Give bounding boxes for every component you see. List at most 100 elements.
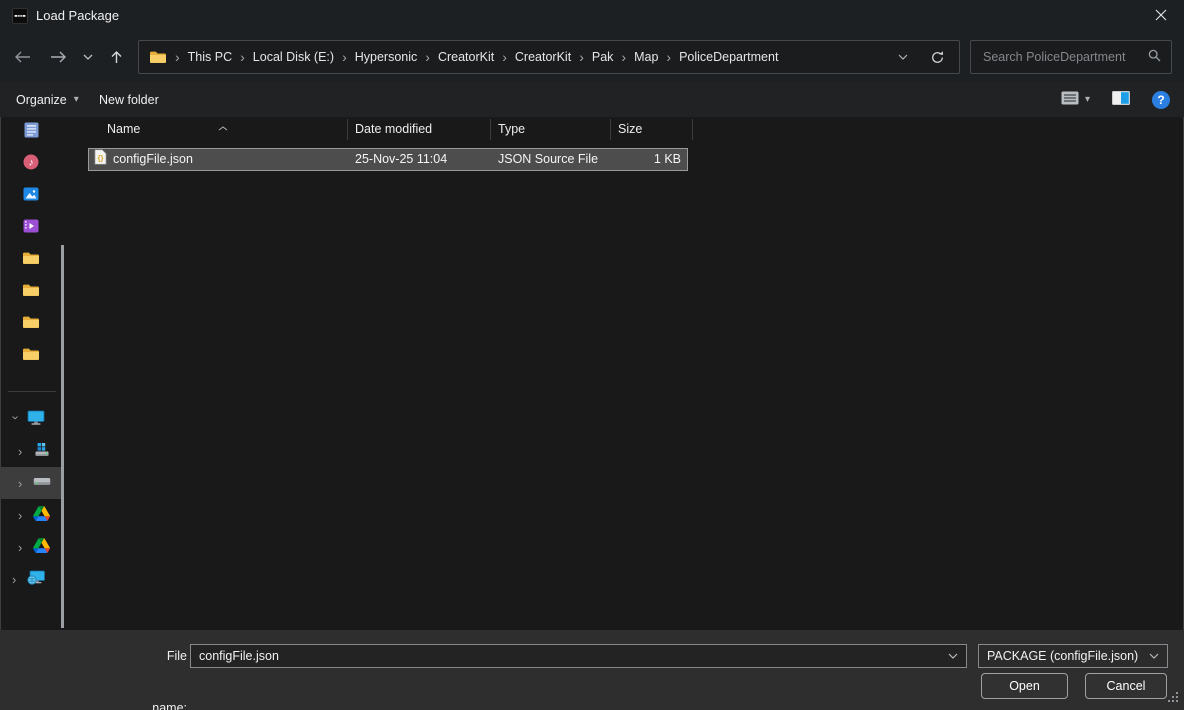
sidebar-item-this-pc[interactable]: › [0, 403, 62, 435]
sidebar-item-folder-3[interactable] [0, 307, 62, 339]
file-name-cell: configFile.json [113, 149, 193, 170]
up-button[interactable] [102, 32, 130, 82]
refresh-button[interactable] [920, 50, 949, 65]
folder-icon [22, 251, 40, 268]
forward-button[interactable] [44, 32, 72, 82]
breadcrumb-separator: › [573, 50, 590, 64]
column-header-name[interactable]: Name [107, 117, 140, 142]
breadcrumb-item[interactable]: Hypersonic [353, 50, 420, 64]
file-name-label: File name: [130, 630, 187, 710]
navigation-row: › This PC › Local Disk (E:) › Hypersonic… [0, 32, 1184, 82]
file-type-cell: JSON Source File [498, 149, 598, 170]
address-history-button[interactable] [886, 54, 920, 60]
google-drive-icon [33, 506, 50, 524]
column-divider[interactable] [490, 119, 491, 140]
preview-pane-icon [1112, 91, 1130, 105]
column-header-type[interactable]: Type [498, 117, 525, 142]
chevron-down-icon [1141, 653, 1167, 659]
load-package-dialog: Load Package › This PC › Local Disk (E:)… [0, 0, 1184, 710]
open-button[interactable]: Open [981, 673, 1068, 699]
search-box [970, 40, 1172, 74]
local-disk-icon [33, 476, 51, 491]
folder-icon [149, 50, 167, 64]
close-button[interactable] [1138, 0, 1184, 32]
breadcrumb-item[interactable]: CreatorKit [513, 50, 573, 64]
json-file-icon: {} [94, 149, 107, 172]
sidebar-item-folder-4[interactable] [0, 339, 62, 371]
cancel-button[interactable]: Cancel [1085, 673, 1167, 699]
file-date-cell: 25-Nov-25 11:04 [355, 149, 447, 170]
window-title: Load Package [36, 0, 119, 32]
chevron-collapsed-icon[interactable]: › [18, 509, 26, 522]
column-header-size[interactable]: Size [618, 117, 642, 142]
sidebar-item-google-drive-2[interactable]: › [0, 531, 62, 563]
pictures-icon [23, 186, 39, 205]
top-zone: Load Package › This PC › Local Disk (E:)… [0, 0, 1184, 82]
chevron-expanded-icon[interactable]: › [10, 415, 23, 423]
preview-pane-button[interactable] [1112, 91, 1130, 108]
sidebar-item-google-drive-1[interactable]: › [0, 499, 62, 531]
file-name-combobox[interactable] [190, 644, 967, 668]
app-icon [12, 8, 28, 24]
file-name-input[interactable] [191, 648, 940, 664]
column-divider[interactable] [610, 119, 611, 140]
recent-locations-button[interactable] [76, 32, 100, 82]
back-button[interactable] [8, 32, 36, 82]
help-button[interactable]: ? [1152, 91, 1170, 109]
organize-label: Organize [16, 93, 67, 107]
breadcrumb-separator: › [615, 50, 632, 64]
network-drive-icon [27, 570, 46, 589]
command-toolbar: Organize ▾ New folder ▾ ? [0, 82, 1184, 117]
chevron-collapsed-icon[interactable]: › [18, 445, 26, 458]
breadcrumb-item[interactable]: Pak [590, 50, 616, 64]
up-arrow-icon [110, 50, 123, 64]
column-divider[interactable] [347, 119, 348, 140]
chevron-down-icon: ▾ [74, 94, 79, 105]
svg-text:{}: {} [98, 154, 104, 163]
sidebar-item-local-disk[interactable]: › [0, 467, 62, 499]
sidebar-item-folder-1[interactable] [0, 243, 62, 275]
organize-menu-button[interactable]: Organize ▾ [16, 82, 79, 117]
sidebar-item-pictures[interactable] [0, 179, 62, 211]
sort-ascending-icon [218, 120, 228, 134]
breadcrumb-item[interactable]: This PC [186, 50, 234, 64]
chevron-down-icon [83, 54, 93, 60]
sidebar-item-folder-2[interactable] [0, 275, 62, 307]
chevron-collapsed-icon[interactable]: › [18, 477, 26, 490]
sidebar-item-system-drive[interactable]: › [0, 435, 62, 467]
breadcrumb-separator: › [496, 50, 513, 64]
forward-icon [50, 51, 67, 63]
column-divider[interactable] [692, 119, 693, 140]
file-type-dropdown[interactable]: PACKAGE (configFile.json) [978, 644, 1168, 668]
resize-grip[interactable] [1168, 692, 1179, 706]
sidebar-item-network[interactable]: › [0, 563, 62, 595]
file-row-selected[interactable]: {} configFile.json 25-Nov-25 11:04 JSON … [88, 148, 688, 171]
breadcrumb-separator: › [660, 50, 677, 64]
search-input[interactable] [981, 49, 1148, 65]
breadcrumb-item[interactable]: Map [632, 50, 660, 64]
system-drive-icon [33, 442, 51, 461]
documents-icon [24, 122, 39, 141]
svg-text:♪: ♪ [29, 157, 34, 168]
breadcrumb-item[interactable]: CreatorKit [436, 50, 496, 64]
change-view-button[interactable]: ▾ [1061, 91, 1090, 108]
sidebar-scrollbar[interactable] [61, 245, 64, 628]
close-icon [1155, 9, 1167, 24]
column-header-date-modified[interactable]: Date modified [355, 117, 432, 142]
chevron-collapsed-icon[interactable]: › [12, 573, 20, 586]
this-pc-icon [27, 410, 45, 429]
videos-icon [23, 218, 39, 237]
sidebar-item-documents[interactable] [0, 115, 62, 147]
address-bar[interactable]: › This PC › Local Disk (E:) › Hypersonic… [138, 40, 960, 74]
new-folder-button[interactable]: New folder [99, 82, 159, 117]
breadcrumb-separator: › [336, 50, 353, 64]
cancel-label: Cancel [1107, 679, 1146, 693]
google-drive-icon [33, 538, 50, 556]
chevron-collapsed-icon[interactable]: › [18, 541, 26, 554]
sidebar-item-videos[interactable] [0, 211, 62, 243]
chevron-down-icon[interactable] [940, 653, 966, 659]
breadcrumb-item[interactable]: Local Disk (E:) [251, 50, 336, 64]
folder-icon [22, 283, 40, 300]
sidebar-item-music[interactable]: ♪ [0, 147, 62, 179]
breadcrumb-item[interactable]: PoliceDepartment [677, 50, 780, 64]
